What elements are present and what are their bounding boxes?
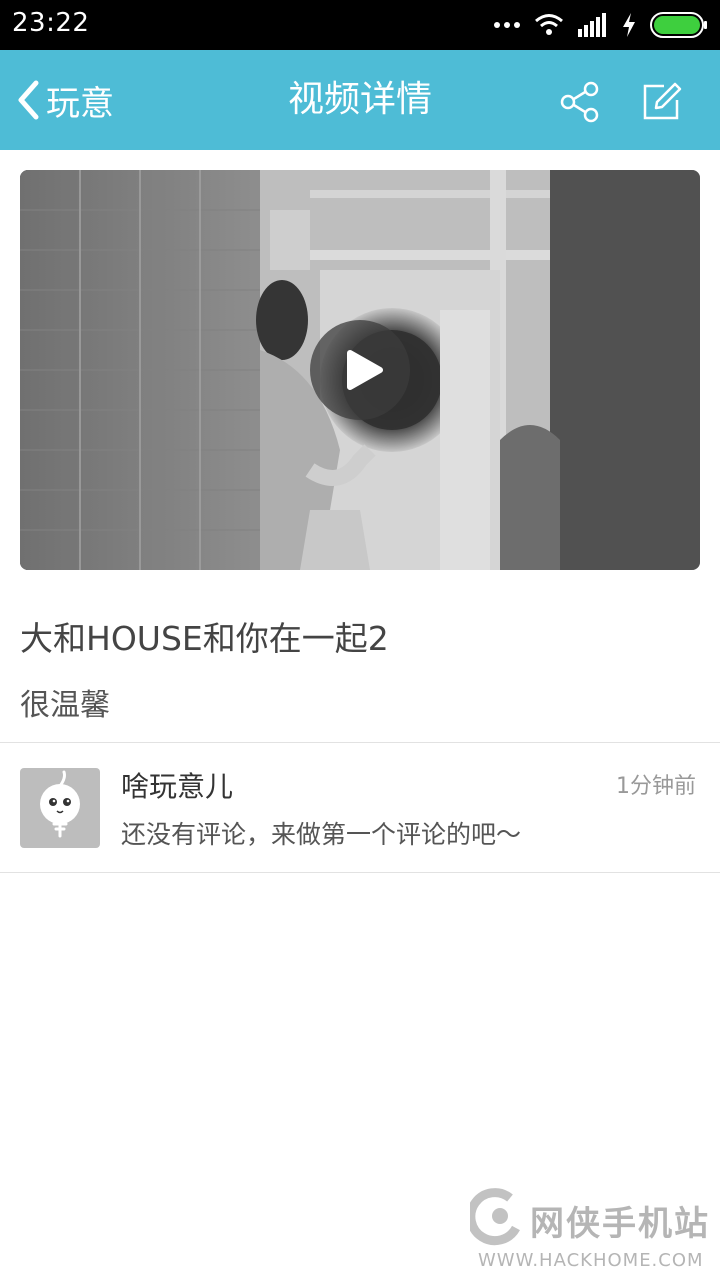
comment-text: 还没有评论，来做第一个评论的吧～ xyxy=(121,820,522,849)
status-bar: 23:22 xyxy=(0,0,720,50)
chevron-left-icon xyxy=(18,80,39,120)
avatar-mascot-icon xyxy=(40,770,80,838)
charging-icon xyxy=(623,13,635,37)
share-button[interactable] xyxy=(558,80,602,124)
share-icon xyxy=(560,81,599,123)
watermark-name: 网侠手机站 xyxy=(530,1204,710,1244)
divider xyxy=(0,872,720,873)
wifi-icon xyxy=(535,14,563,35)
edit-button[interactable] xyxy=(640,80,684,124)
play-button[interactable] xyxy=(310,320,410,420)
status-icons xyxy=(494,0,708,50)
back-label: 玩意 xyxy=(46,83,114,124)
avatar[interactable] xyxy=(20,768,100,848)
video-description: 很温馨 xyxy=(20,688,110,723)
watermark: 网侠手机站 WWW.HACKHOME.COM xyxy=(468,1186,714,1276)
status-time: 23:22 xyxy=(12,8,90,38)
signal-icon xyxy=(578,13,606,37)
video-player[interactable] xyxy=(20,170,700,570)
back-button[interactable]: 玩意 xyxy=(16,50,114,150)
nav-bar: 玩意 视频详情 xyxy=(0,50,720,150)
battery-icon xyxy=(650,12,707,38)
divider xyxy=(0,742,720,743)
comment-timestamp: 1分钟前 xyxy=(616,774,696,799)
play-icon xyxy=(347,350,383,390)
video-title: 大和HOUSE和你在一起2 xyxy=(20,619,389,658)
watermark-logo-icon xyxy=(470,1188,520,1246)
watermark-url: WWW.HACKHOME.COM xyxy=(478,1250,704,1271)
comment-author[interactable]: 啥玩意儿 xyxy=(121,765,233,805)
edit-icon xyxy=(643,82,682,120)
more-dots-icon xyxy=(494,22,520,28)
